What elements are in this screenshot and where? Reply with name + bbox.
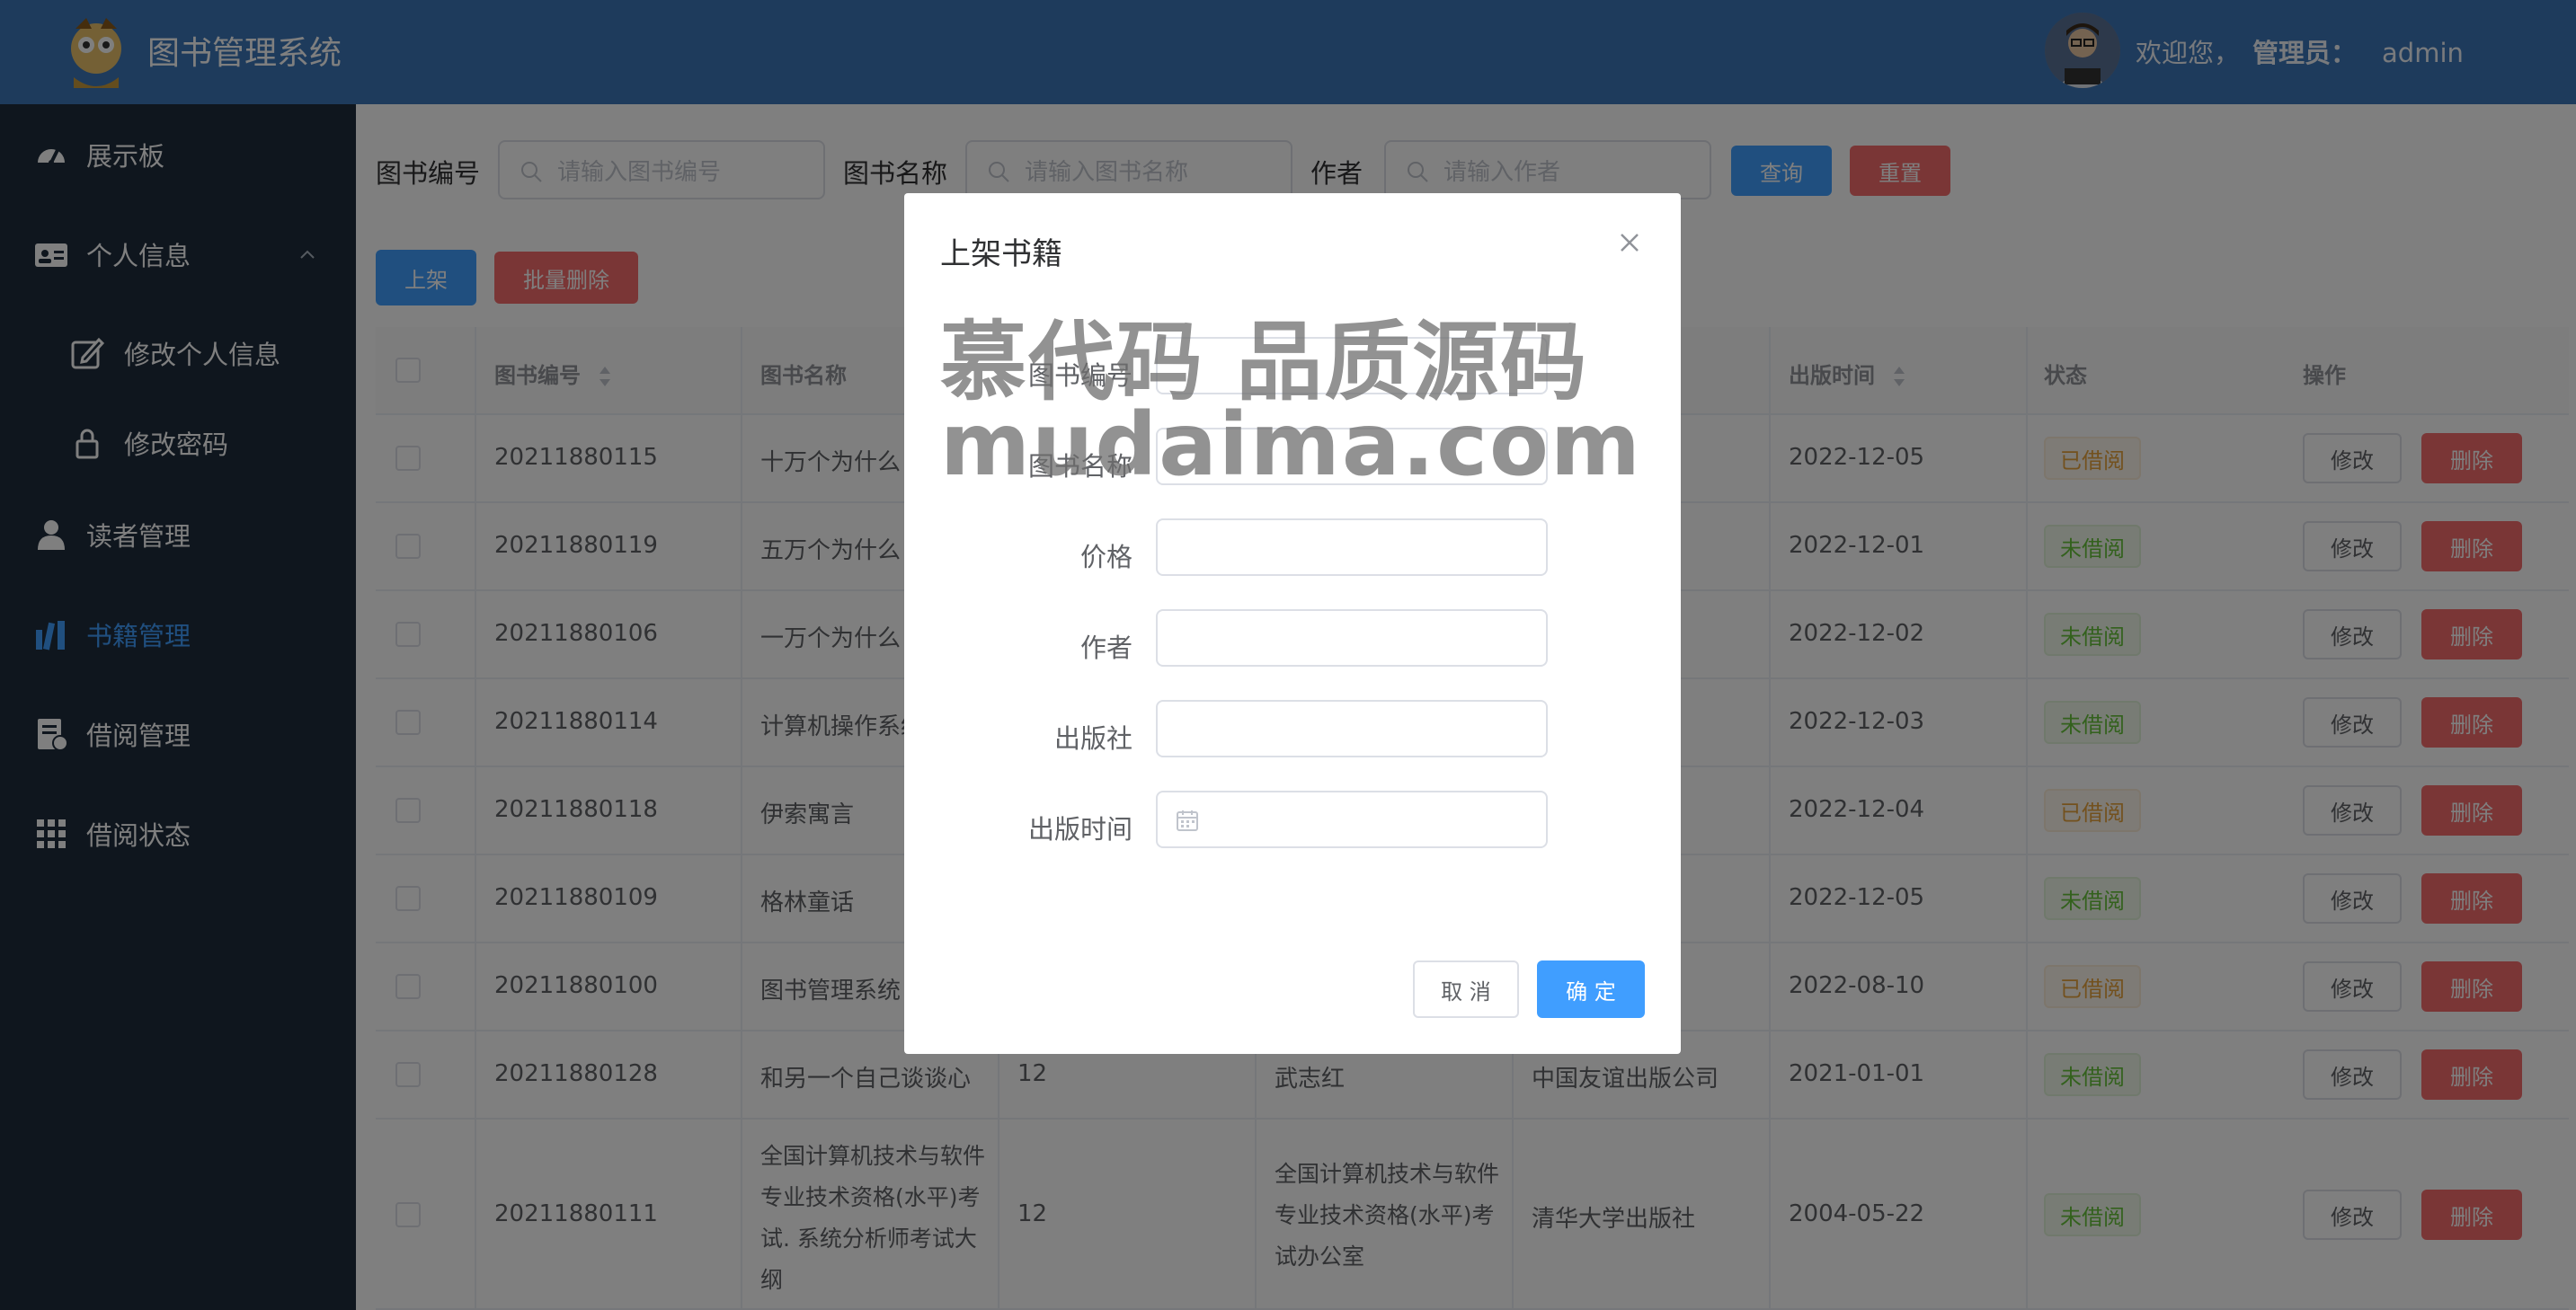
- watermark-line-2: mudaima.com: [940, 394, 1642, 495]
- close-icon[interactable]: [1616, 229, 1643, 256]
- calendar-icon: [1177, 810, 1198, 831]
- cancel-button[interactable]: 取 消: [1413, 960, 1519, 1018]
- dialog-title: 上架书籍: [940, 236, 1062, 272]
- author-field[interactable]: [1156, 609, 1548, 667]
- confirm-button[interactable]: 确 定: [1537, 960, 1645, 1018]
- price-field[interactable]: [1156, 518, 1548, 576]
- form-label-price: 价格: [1079, 542, 1133, 572]
- form-label-publish-date: 出版时间: [1027, 814, 1133, 845]
- publish-date-picker[interactable]: [1156, 791, 1548, 848]
- add-book-dialog: 上架书籍 图书编号 图书名称 价格 作者 出版社 出版时间 慕代码 品质源码 m…: [904, 193, 1681, 1054]
- form-label-publisher: 出版社: [1053, 723, 1133, 754]
- form-label-author: 作者: [1079, 633, 1133, 663]
- publisher-field[interactable]: [1156, 700, 1548, 757]
